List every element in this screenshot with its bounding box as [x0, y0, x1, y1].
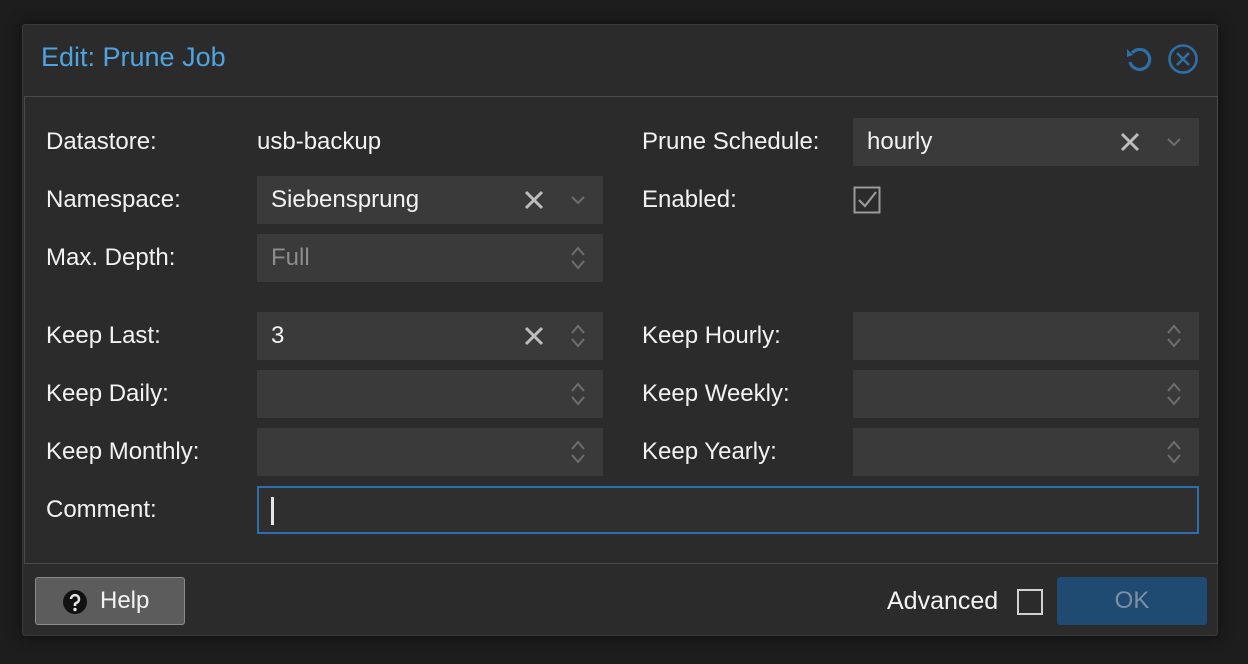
- spinner-updown-icon[interactable]: [564, 322, 592, 350]
- spinner-updown-icon[interactable]: [564, 244, 592, 272]
- keep-weekly-label: Keep Weekly:: [642, 380, 790, 407]
- question-circle-icon: [63, 590, 87, 614]
- advanced-checkbox[interactable]: [1017, 589, 1043, 615]
- comment-input[interactable]: [257, 486, 1199, 534]
- max-depth-spinner[interactable]: Full: [257, 234, 603, 282]
- keep-daily-label: Keep Daily:: [46, 380, 169, 407]
- spinner-updown-icon[interactable]: [1160, 322, 1188, 350]
- help-button-label: Help: [100, 587, 150, 614]
- prune-job-dialog: Edit: Prune Job Datastore: usb-backup Pr…: [22, 24, 1218, 636]
- keep-weekly-spinner[interactable]: [853, 370, 1199, 418]
- namespace-label: Namespace:: [46, 186, 181, 213]
- reset-icon[interactable]: [1123, 43, 1155, 75]
- keep-last-spinner[interactable]: 3: [257, 312, 603, 360]
- spinner-updown-icon[interactable]: [564, 438, 592, 466]
- comment-label: Comment:: [46, 496, 157, 523]
- advanced-label: Advanced: [887, 587, 999, 615]
- dialog-title: Edit: Prune Job: [41, 42, 226, 72]
- chevron-down-icon[interactable]: [564, 186, 592, 214]
- ok-button[interactable]: OK: [1057, 577, 1207, 625]
- keep-yearly-label: Keep Yearly:: [642, 438, 777, 465]
- keep-yearly-spinner[interactable]: [853, 428, 1199, 476]
- keep-monthly-spinner[interactable]: [257, 428, 603, 476]
- keep-daily-spinner[interactable]: [257, 370, 603, 418]
- namespace-combobox[interactable]: Siebensprung: [257, 176, 603, 224]
- dialog-footer: Help Advanced OK: [23, 565, 1217, 637]
- keep-last-label: Keep Last:: [46, 322, 161, 349]
- chevron-down-icon[interactable]: [1160, 128, 1188, 156]
- max-depth-value: Full: [271, 244, 310, 271]
- form-panel: Datastore: usb-backup Prune Schedule: ho…: [24, 96, 1218, 564]
- keep-hourly-spinner[interactable]: [853, 312, 1199, 360]
- ok-button-label: OK: [1114, 587, 1150, 614]
- prune-schedule-label: Prune Schedule:: [642, 128, 820, 155]
- keep-hourly-label: Keep Hourly:: [642, 322, 781, 349]
- enabled-label: Enabled:: [642, 186, 737, 213]
- text-caret: [271, 497, 274, 525]
- datastore-label: Datastore:: [46, 128, 157, 155]
- enabled-checkbox[interactable]: [853, 186, 881, 214]
- keep-monthly-label: Keep Monthly:: [46, 438, 200, 465]
- help-button[interactable]: Help: [35, 577, 185, 625]
- clear-icon[interactable]: [1116, 128, 1144, 156]
- namespace-value: Siebensprung: [271, 186, 420, 213]
- clear-icon[interactable]: [520, 322, 548, 350]
- clear-icon[interactable]: [520, 186, 548, 214]
- spinner-updown-icon[interactable]: [1160, 380, 1188, 408]
- keep-last-value: 3: [271, 322, 285, 349]
- close-circle-icon[interactable]: [1167, 43, 1199, 75]
- max-depth-label: Max. Depth:: [46, 244, 176, 271]
- spinner-updown-icon[interactable]: [564, 380, 592, 408]
- spinner-updown-icon[interactable]: [1160, 438, 1188, 466]
- datastore-value: usb-backup: [257, 128, 382, 155]
- dialog-titlebar: Edit: Prune Job: [23, 25, 1217, 95]
- prune-schedule-combobox[interactable]: hourly: [853, 118, 1199, 166]
- prune-schedule-value: hourly: [867, 128, 933, 155]
